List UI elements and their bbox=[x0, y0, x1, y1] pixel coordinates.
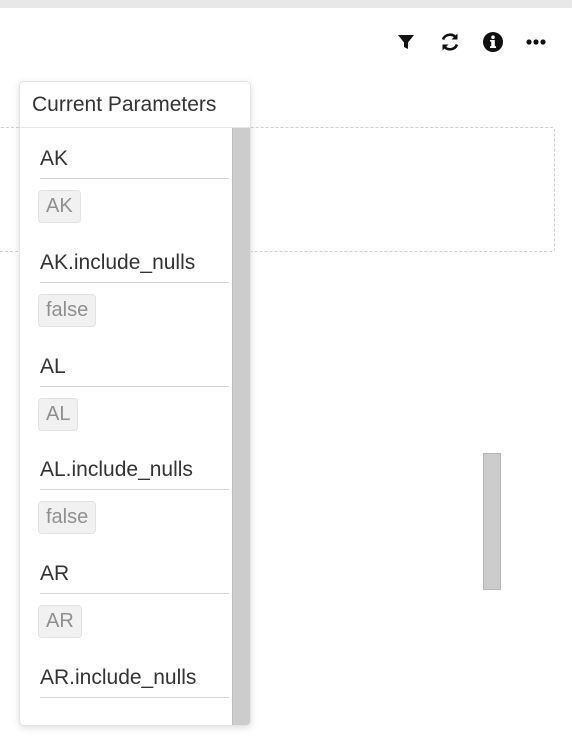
parameter-value: AR bbox=[38, 605, 82, 638]
filter-icon[interactable] bbox=[392, 28, 420, 56]
background-scrollbar[interactable] bbox=[483, 453, 501, 590]
current-parameters-popover: Current Parameters AK AK AK.include_null… bbox=[19, 81, 251, 726]
parameter-key: AK.include_nulls bbox=[40, 246, 229, 283]
more-icon[interactable] bbox=[522, 28, 550, 56]
top-bar bbox=[0, 0, 572, 8]
info-icon[interactable] bbox=[479, 28, 507, 56]
parameter-item: AK.include_nulls false bbox=[38, 246, 229, 327]
parameter-value: false bbox=[38, 294, 97, 327]
parameter-key: AL bbox=[40, 350, 229, 387]
parameter-item: AR AR bbox=[38, 557, 229, 638]
parameter-item: AL AL bbox=[38, 350, 229, 431]
parameter-value: AK bbox=[38, 190, 81, 223]
refresh-icon[interactable] bbox=[436, 28, 464, 56]
parameter-item: AR.include_nulls bbox=[40, 661, 229, 698]
popover-scrollbar[interactable] bbox=[232, 128, 250, 725]
parameter-list: AK AK AK.include_nulls false AL AL AL.in… bbox=[20, 128, 233, 725]
parameter-value: false bbox=[38, 501, 97, 534]
popover-title: Current Parameters bbox=[20, 82, 250, 128]
parameter-key: AK bbox=[40, 142, 229, 179]
parameter-key: AR.include_nulls bbox=[40, 661, 229, 698]
parameter-item: AK AK bbox=[38, 142, 229, 223]
parameter-key: AR bbox=[40, 557, 229, 594]
parameter-value: AL bbox=[38, 398, 79, 431]
parameter-item: AL.include_nulls false bbox=[38, 453, 229, 534]
chart-toolbar bbox=[0, 28, 572, 56]
parameter-key: AL.include_nulls bbox=[40, 453, 229, 490]
